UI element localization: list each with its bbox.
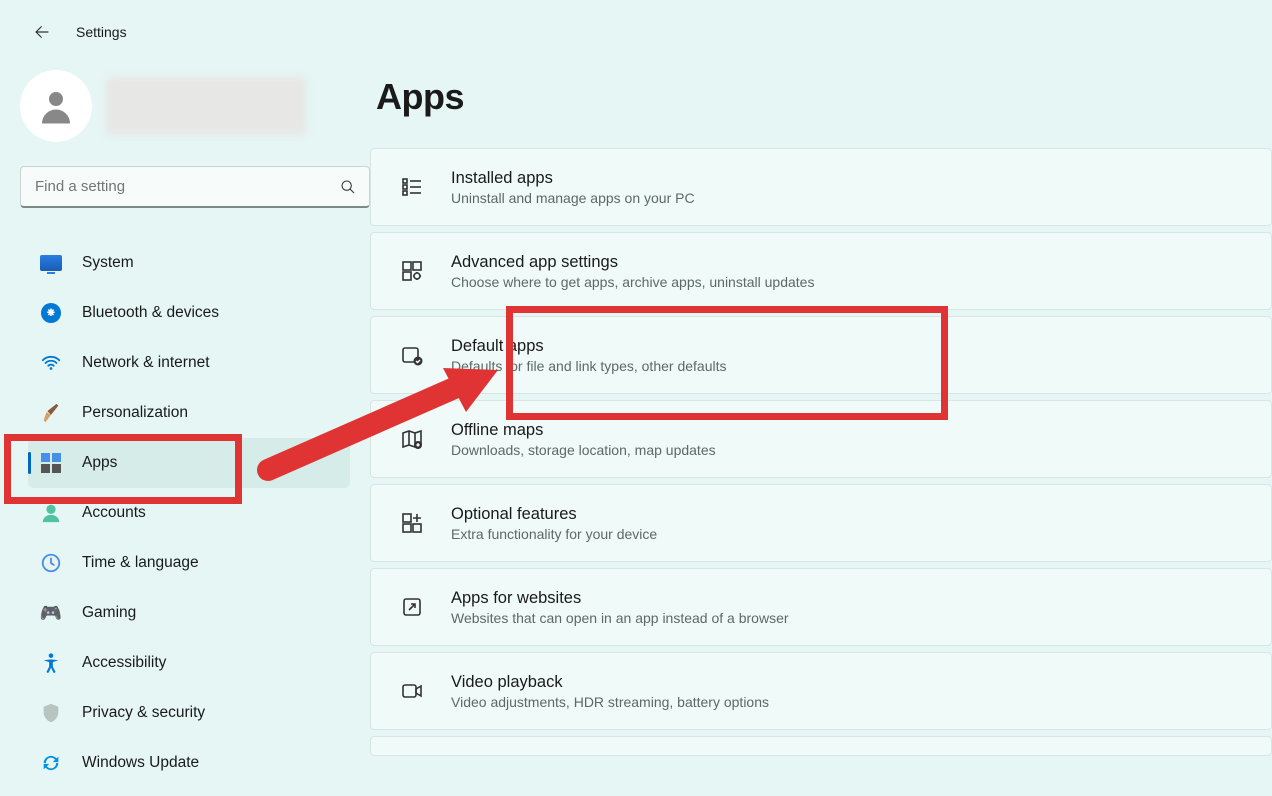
sidebar-item-accessibility[interactable]: Accessibility: [28, 638, 350, 688]
apps-icon: [40, 452, 62, 474]
sidebar-item-update[interactable]: Windows Update: [28, 738, 350, 788]
sidebar-item-label: Network & internet: [82, 354, 210, 372]
card-title: Installed apps: [451, 169, 695, 188]
sidebar-item-privacy[interactable]: Privacy & security: [28, 688, 350, 738]
card-advanced-settings[interactable]: Advanced app settings Choose where to ge…: [370, 232, 1272, 310]
sidebar-item-label: Windows Update: [82, 754, 199, 772]
update-icon: [40, 752, 62, 774]
card-title: Advanced app settings: [451, 253, 814, 272]
search-icon: [340, 179, 356, 195]
sidebar-item-personalization[interactable]: Personalization: [28, 388, 350, 438]
header: Settings: [0, 0, 1272, 52]
search-input[interactable]: [20, 166, 370, 208]
card-apps-for-websites[interactable]: Apps for websites Websites that can open…: [370, 568, 1272, 646]
video-icon: [399, 678, 425, 704]
grid-plus-icon: [399, 510, 425, 536]
card-title: Optional features: [451, 505, 657, 524]
sidebar-item-label: Personalization: [82, 404, 188, 422]
shield-icon: [40, 702, 62, 724]
card-title: Video playback: [451, 673, 769, 692]
gear-grid-icon: [399, 258, 425, 284]
sidebar-item-time[interactable]: Time & language: [28, 538, 350, 588]
sidebar-item-label: Gaming: [82, 604, 136, 622]
avatar: [20, 70, 92, 142]
card-desc: Defaults for file and link types, other …: [451, 358, 726, 374]
sidebar-item-label: Accounts: [82, 504, 146, 522]
card-title: Offline maps: [451, 421, 716, 440]
back-arrow-icon: [33, 23, 51, 41]
sidebar-item-bluetooth[interactable]: ⁕ Bluetooth & devices: [28, 288, 350, 338]
sidebar-item-system[interactable]: System: [28, 238, 350, 288]
card-desc: Extra functionality for your device: [451, 526, 657, 542]
profile-block[interactable]: [20, 70, 350, 142]
card-partial-next[interactable]: [370, 736, 1272, 756]
card-title: Default apps: [451, 337, 726, 356]
search-container: [20, 166, 370, 208]
card-desc: Choose where to get apps, archive apps, …: [451, 274, 814, 290]
user-icon: [35, 85, 77, 127]
map-icon: [399, 426, 425, 452]
accounts-icon: [40, 502, 62, 524]
clock-icon: [40, 552, 62, 574]
card-default-apps[interactable]: Default apps Defaults for file and link …: [370, 316, 1272, 394]
sidebar-item-label: System: [82, 254, 134, 272]
system-icon: [40, 252, 62, 274]
sidebar-item-network[interactable]: Network & internet: [28, 338, 350, 388]
open-link-icon: [399, 594, 425, 620]
wifi-icon: [40, 352, 62, 374]
gaming-icon: 🎮: [40, 602, 62, 624]
list-icon: [399, 174, 425, 200]
app-title: Settings: [76, 24, 127, 40]
sidebar-item-gaming[interactable]: 🎮 Gaming: [28, 588, 350, 638]
personalization-icon: [40, 402, 62, 424]
sidebar-item-label: Apps: [82, 454, 117, 472]
default-app-icon: [399, 342, 425, 368]
sidebar-item-label: Bluetooth & devices: [82, 304, 219, 322]
bluetooth-icon: ⁕: [40, 302, 62, 324]
sidebar-item-label: Time & language: [82, 554, 199, 572]
card-offline-maps[interactable]: Offline maps Downloads, storage location…: [370, 400, 1272, 478]
nav: System ⁕ Bluetooth & devices Network & i…: [28, 238, 350, 788]
sidebar: System ⁕ Bluetooth & devices Network & i…: [0, 52, 370, 796]
card-desc: Video adjustments, HDR streaming, batter…: [451, 694, 769, 710]
card-desc: Websites that can open in an app instead…: [451, 610, 789, 626]
card-optional-features[interactable]: Optional features Extra functionality fo…: [370, 484, 1272, 562]
cards-list: Installed apps Uninstall and manage apps…: [370, 148, 1272, 756]
card-video-playback[interactable]: Video playback Video adjustments, HDR st…: [370, 652, 1272, 730]
back-button[interactable]: [28, 18, 56, 46]
sidebar-item-label: Accessibility: [82, 654, 166, 672]
page-title: Apps: [376, 76, 1272, 118]
sidebar-item-label: Privacy & security: [82, 704, 205, 722]
main-panel: Apps Installed apps Uninstall and manage…: [370, 52, 1272, 796]
sidebar-item-accounts[interactable]: Accounts: [28, 488, 350, 538]
card-desc: Uninstall and manage apps on your PC: [451, 190, 695, 206]
profile-name-blurred: [106, 77, 306, 135]
card-desc: Downloads, storage location, map updates: [451, 442, 716, 458]
card-installed-apps[interactable]: Installed apps Uninstall and manage apps…: [370, 148, 1272, 226]
card-title: Apps for websites: [451, 589, 789, 608]
sidebar-item-apps[interactable]: Apps: [28, 438, 350, 488]
accessibility-icon: [40, 652, 62, 674]
